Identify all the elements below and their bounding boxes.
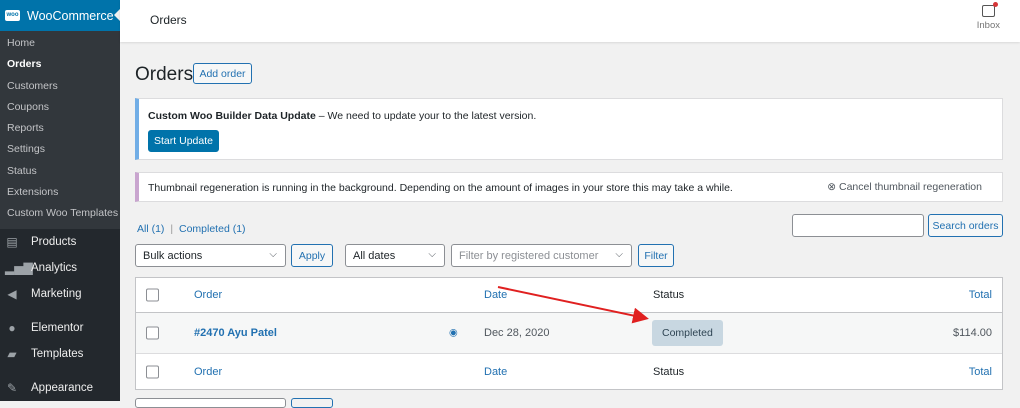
annotation-arrow [497, 286, 649, 324]
red-arrow [497, 286, 649, 324]
